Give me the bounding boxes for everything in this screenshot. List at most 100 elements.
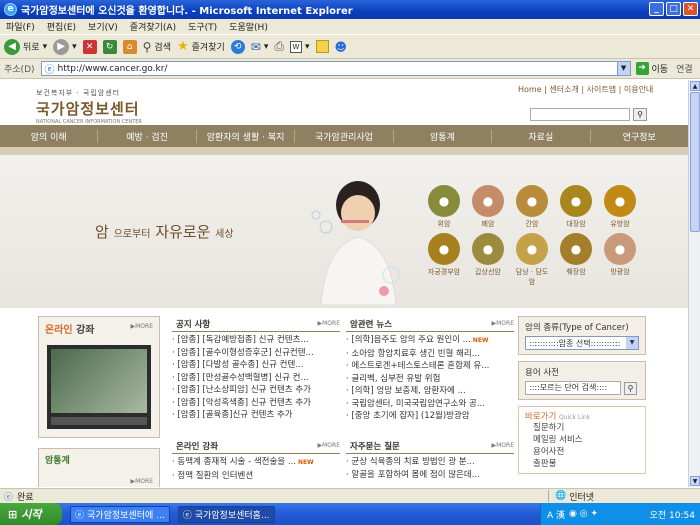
history-button[interactable]: ⟲ [230, 39, 245, 54]
list-item[interactable]: · [암종] [독감예방접종] 신규 컨텐츠... [172, 334, 340, 347]
quick-link-box: 바로가기 Quick Link 질문하기 메일링 서비스 용어사전 출판물 [518, 406, 646, 474]
cancer-type-select[interactable]: :::::::::::암종 선택::::::::::: ▼ [525, 336, 639, 350]
start-button[interactable]: ⊞ 시작 [0, 503, 62, 525]
nav-prevention[interactable]: 예방 · 검진 [98, 129, 197, 143]
cancer-item[interactable]: ● 갑상선암 [469, 233, 507, 287]
list-item[interactable]: · 글리벡, 심부전 유발 위험 [346, 373, 514, 386]
list-item[interactable]: · [암종] [골육종]신규 컨텐츠 추가 [172, 409, 340, 422]
edit-icon: W [289, 40, 302, 53]
vertical-scrollbar[interactable]: ▲ ▼ [688, 80, 700, 487]
menu-favorites[interactable]: 즐겨찾기(A) [130, 20, 176, 33]
video-player[interactable] [47, 345, 151, 429]
list-item[interactable]: · 정맥 질환의 인터벤션 [172, 470, 340, 483]
nav-understanding[interactable]: 암의 이해 [0, 129, 99, 143]
cancer-item[interactable]: ● 폐암 [469, 185, 507, 229]
menu-help[interactable]: 도움말(H) [229, 20, 268, 33]
list-item[interactable]: · [암종] [악성흑색종] 신규 컨텐츠 추가 [172, 397, 340, 410]
nav-statistics[interactable]: 암통계 [394, 129, 493, 143]
cancer-item[interactable]: ● 간암 [513, 185, 551, 229]
taskbar-item-1[interactable]: ⓔ 국가암정보센터에 ... [70, 505, 170, 523]
cancer-item[interactable]: ● 췌장암 [557, 233, 595, 287]
quick-link-item[interactable]: 메일링 서비스 [525, 434, 639, 446]
close-button[interactable]: ✕ [683, 2, 698, 16]
list-item[interactable]: · [암종] [난소상피암] 신규 컨텐츠 추가 [172, 384, 340, 397]
tray-icons[interactable]: ◉ ◎ ✦ [569, 509, 598, 519]
menu-view[interactable]: 보기(V) [88, 20, 118, 33]
list-item[interactable]: · [의학] 엉망 보충제, 암환자에 ... [346, 385, 514, 398]
edit-button[interactable]: W ▾ [289, 40, 310, 53]
window-controls: _ □ ✕ [649, 2, 698, 16]
list-item[interactable]: · 동맥계 종재적 시술 - 색전술을 ... NEW [172, 456, 340, 470]
search-button[interactable]: ⚲ 검색 [143, 40, 171, 54]
cancer-item[interactable]: ● 담낭 · 담도암 [513, 233, 551, 287]
nav-research[interactable]: 연구정보 [591, 130, 688, 143]
minimize-button[interactable]: _ [649, 2, 664, 16]
faq-panel: 자주묻는 질문 ▶MORE · 균상 식육종의 치료 방법인 광 분... · 알… [346, 440, 514, 481]
online-lecture-panel-more-link[interactable]: ▶MORE [318, 442, 340, 449]
faq-more-link[interactable]: ▶MORE [492, 442, 514, 449]
maximize-button[interactable]: □ [666, 2, 681, 16]
site-search-icon[interactable]: ⚲ [633, 108, 647, 121]
favorites-button[interactable]: ★ 즐겨찾기 [177, 39, 225, 54]
cancer-stats-box[interactable]: 암통계 ▶MORE [38, 448, 160, 487]
ime-indicator[interactable]: A 漢 [547, 508, 565, 521]
list-item[interactable]: · [암종] [만성골수성백혈병] 신규 컨... [172, 372, 340, 385]
forward-button[interactable]: ▶ ▾ [53, 38, 77, 55]
stats-more-link[interactable]: ▶MORE [131, 478, 153, 485]
list-item[interactable]: · [의학]음주도 암의 주요 원인이 ... NEW [346, 334, 514, 348]
taskbar-item-2[interactable]: ⓔ 국가암정보센터홈... [177, 505, 275, 523]
back-button[interactable]: ◀ 뒤로 ▾ [4, 38, 47, 55]
address-dropdown-icon[interactable]: ▼ [616, 62, 630, 75]
list-item[interactable]: · [중앙 초기에 잡자] (12월)방광암 [346, 410, 514, 423]
list-item[interactable]: · 알골을 포함하여 몸에 점이 많은데... [346, 469, 514, 482]
list-item[interactable]: · 에스트로겐+테스토스테론 혼합제 유... [346, 360, 514, 373]
list-item[interactable]: · 균상 식육종의 치료 방법인 광 분... [346, 456, 514, 469]
quick-link-item[interactable]: 출판물 [525, 458, 639, 470]
scroll-thumb[interactable] [690, 92, 700, 232]
scroll-down-icon[interactable]: ▼ [690, 476, 700, 486]
menu-tools[interactable]: 도구(T) [188, 20, 217, 33]
dictionary-search-icon[interactable]: ⚲ [624, 381, 637, 395]
page-icon: ⓔ [44, 65, 55, 76]
forward-arrow-icon: ▶ [53, 38, 70, 55]
list-item[interactable]: · 국립암센터, 미국국립암연구소와 공... [346, 398, 514, 411]
news-more-link[interactable]: ▶MORE [492, 320, 514, 327]
mail-button[interactable]: ✉ ▾ [251, 40, 269, 54]
messenger-icon[interactable]: ☻ [335, 40, 348, 54]
cancer-organ-icon: ● [472, 185, 504, 217]
faq-list: · 균상 식육종의 치료 방법인 광 분... · 알골을 포함하여 몸에 점이 … [346, 454, 514, 481]
child-bubble-image [311, 181, 400, 305]
home-icon[interactable]: ⌂ [122, 39, 137, 54]
cancer-item[interactable]: ● 위암 [425, 185, 463, 229]
address-input[interactable]: ⓔ http://www.cancer.go.kr/ ▼ [40, 61, 631, 76]
notice-more-link[interactable]: ▶MORE [318, 320, 340, 327]
quick-link-item[interactable]: 용어사전 [525, 446, 639, 458]
cancer-item[interactable]: ● 유방암 [601, 185, 639, 229]
nav-resources[interactable]: 자료실 [492, 129, 591, 143]
site-logo[interactable]: 보건복지부 · 국립암센터 국가암정보센터 NATIONAL CANCER IN… [36, 88, 142, 125]
quick-link-item[interactable]: 질문하기 [525, 422, 639, 434]
list-item[interactable]: · 소아암 항암치료후 생긴 빈혈 해리... [346, 348, 514, 361]
nav-national-program[interactable]: 국가암관리사업 [295, 129, 394, 143]
menu-edit[interactable]: 편집(E) [47, 20, 76, 33]
online-lecture-more-link[interactable]: ▶MORE [131, 323, 153, 330]
site-search-input[interactable] [530, 108, 630, 121]
video-controls[interactable] [51, 417, 147, 425]
discuss-icon[interactable] [315, 40, 329, 53]
menu-file[interactable]: 파일(F) [6, 20, 35, 33]
cancer-item[interactable]: ● 방광암 [601, 233, 639, 287]
dictionary-search-input[interactable]: ::::모르는 단어 검색:::: [525, 381, 621, 395]
nav-patient-life[interactable]: 암환자의 생활 · 복지 [197, 129, 296, 143]
new-badge: NEW [297, 459, 314, 466]
scroll-up-icon[interactable]: ▲ [690, 81, 700, 91]
top-links[interactable]: Home | 센터소개 | 사이트맵 | 이용안내 [518, 84, 653, 95]
stop-icon[interactable]: ✕ [82, 39, 97, 54]
list-item[interactable]: · [암종] [다발성 골수종] 신규 컨텐... [172, 359, 340, 372]
links-label[interactable]: 연결 [676, 62, 693, 75]
refresh-icon[interactable]: ↻ [102, 39, 117, 54]
cancer-item[interactable]: ● 자궁경부암 [425, 233, 463, 287]
list-item[interactable]: · [암종] [골수이형성증후군] 신규컨텐... [172, 347, 340, 360]
go-button[interactable]: ➜ 이동 [635, 62, 668, 75]
print-button[interactable]: ⎙ [274, 39, 284, 54]
cancer-item[interactable]: ● 대장암 [557, 185, 595, 229]
